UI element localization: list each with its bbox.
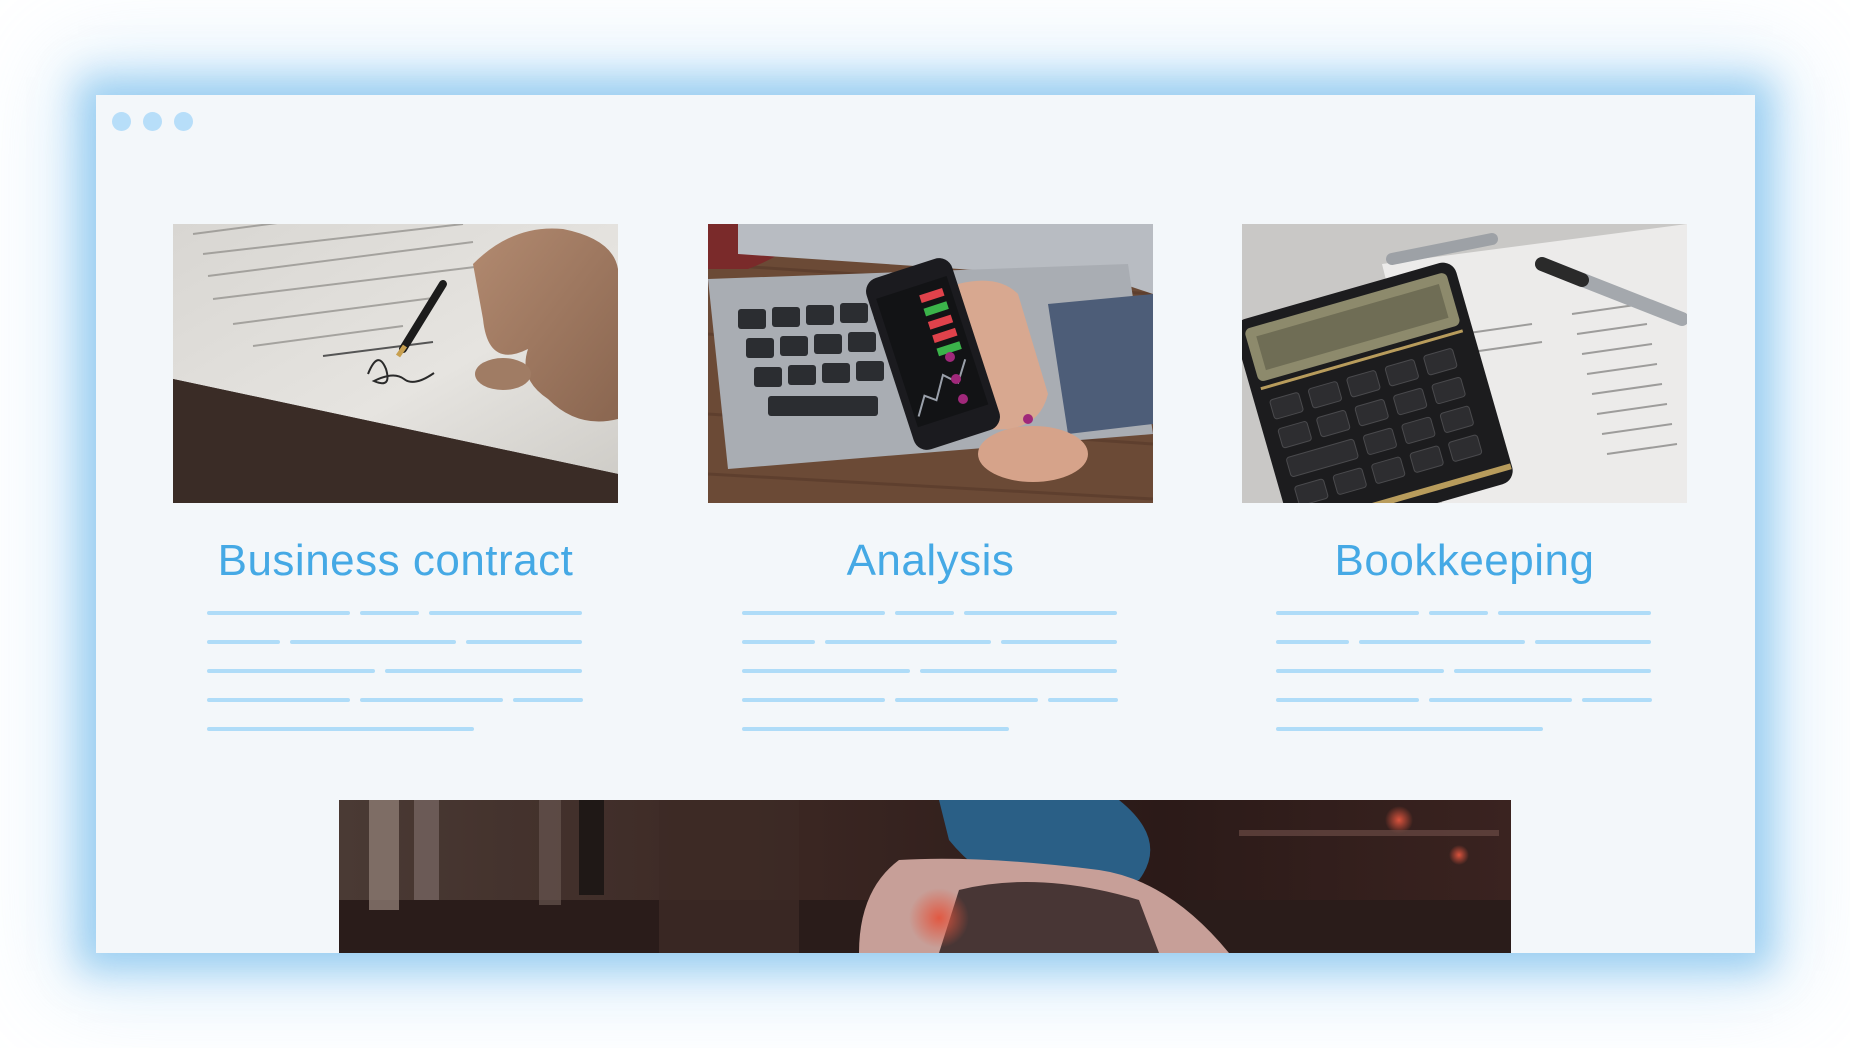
- window-controls: [112, 112, 193, 131]
- hero-image: [339, 800, 1511, 953]
- service-card-bookkeeping[interactable]: Bookkeeping: [1242, 224, 1687, 756]
- window-dot-close[interactable]: [112, 112, 131, 131]
- card-title[interactable]: Business contract: [173, 533, 618, 589]
- contract-signing-image[interactable]: [173, 224, 618, 503]
- card-description-placeholder: [708, 611, 1153, 731]
- window-dot-minimize[interactable]: [143, 112, 162, 131]
- calculator-image[interactable]: [1242, 224, 1687, 503]
- card-title[interactable]: Bookkeeping: [1242, 533, 1687, 589]
- page: Business contract Analysis Bookkeeping: [0, 0, 1850, 1048]
- card-description-placeholder: [173, 611, 618, 731]
- stock-app-image[interactable]: [708, 224, 1153, 503]
- browser-window: Business contract Analysis Bookkeeping: [96, 95, 1755, 953]
- card-title[interactable]: Analysis: [708, 533, 1153, 589]
- service-card-analysis[interactable]: Analysis: [708, 224, 1153, 756]
- window-dot-maximize[interactable]: [174, 112, 193, 131]
- service-card-business-contract[interactable]: Business contract: [173, 224, 618, 756]
- card-description-placeholder: [1242, 611, 1687, 731]
